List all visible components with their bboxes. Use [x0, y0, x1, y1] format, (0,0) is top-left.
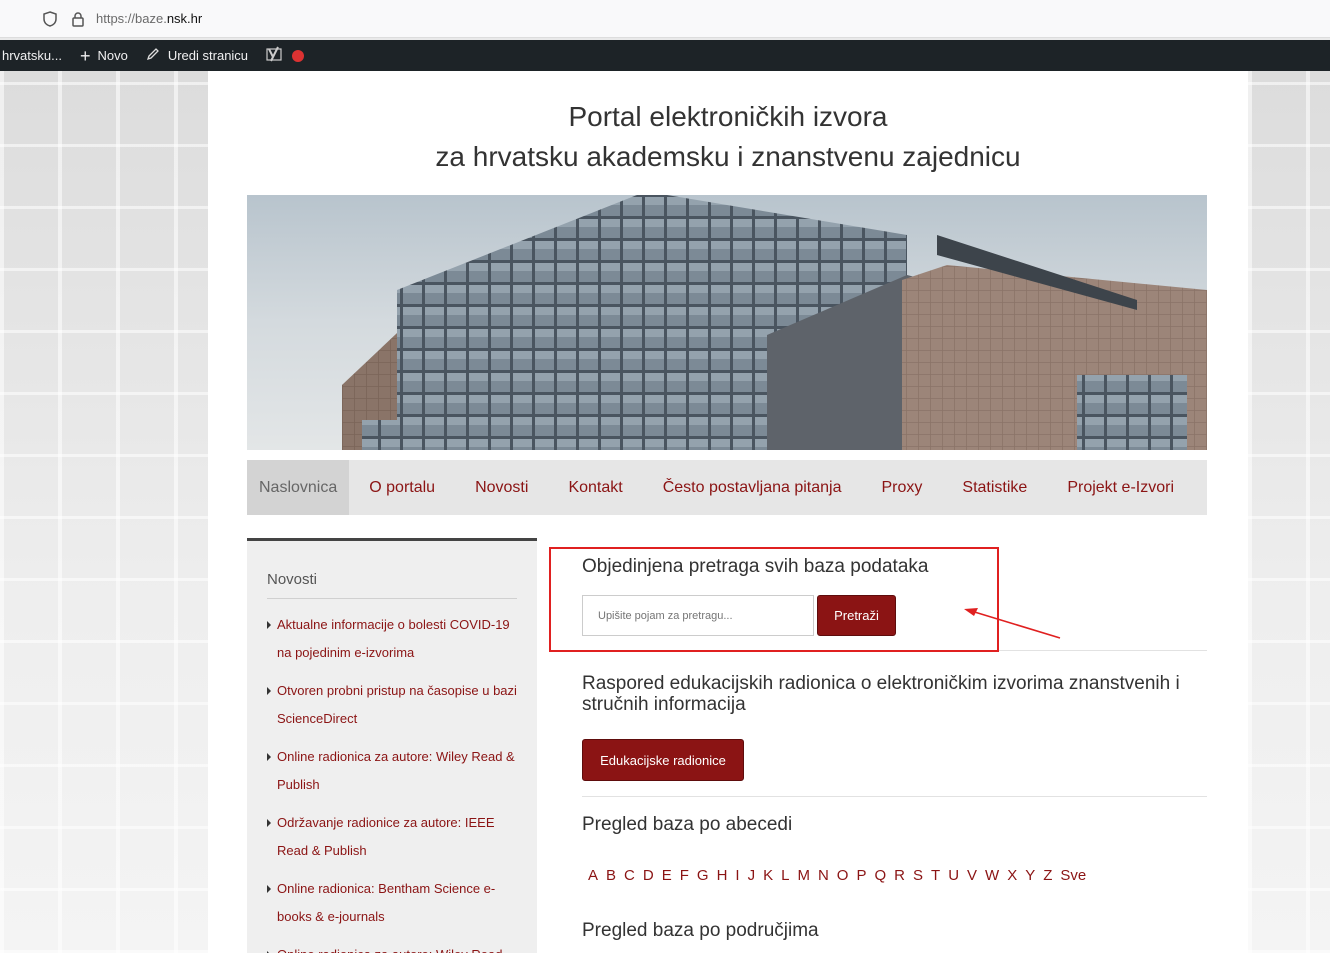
letter-link[interactable]: O [837, 867, 849, 884]
background-pattern-right [1248, 71, 1330, 953]
divider [582, 796, 1207, 797]
abc-title: Pregled baza po abecedi [582, 814, 793, 835]
nav-item-naslovnica[interactable]: Naslovnica [247, 460, 350, 515]
admin-bar-new[interactable]: + Novo [80, 47, 128, 65]
letter-link[interactable]: G [697, 867, 709, 884]
news-item[interactable]: Online radionica za autore: Wiley Read &… [267, 743, 517, 799]
letter-link[interactable]: F [680, 867, 689, 884]
letter-link[interactable]: M [797, 867, 810, 884]
nav-item-faq[interactable]: Često postavljana pitanja [643, 460, 862, 515]
letter-link[interactable]: B [606, 867, 616, 884]
letter-link[interactable]: S [913, 867, 923, 884]
letter-link[interactable]: Sve [1060, 867, 1086, 884]
letter-link[interactable]: Y [1025, 867, 1035, 884]
letter-link[interactable]: U [948, 867, 959, 884]
letter-link[interactable]: Z [1043, 867, 1052, 884]
admin-bar-site[interactable]: hrvatsku... [2, 48, 62, 63]
yoast-icon [266, 46, 284, 65]
admin-bar-edit-label: Uredi stranicu [167, 48, 249, 63]
nav-item-proxy[interactable]: Proxy [861, 460, 942, 515]
shield-icon[interactable] [42, 10, 58, 27]
letter-link[interactable]: P [856, 867, 866, 884]
alphabet-index: A B C D E F G H I J K L M N O P Q R S T … [588, 867, 1094, 884]
nav-item-kontakt[interactable]: Kontakt [548, 460, 642, 515]
search-title: Objedinjena pretraga svih baza podataka [582, 556, 929, 577]
letter-link[interactable]: C [624, 867, 635, 884]
search-button[interactable]: Pretraži [817, 595, 896, 636]
divider [582, 650, 1207, 651]
letter-link[interactable]: L [781, 867, 789, 884]
letter-link[interactable]: Q [874, 867, 886, 884]
edu-button[interactable]: Edukacijske radionice [582, 739, 744, 781]
letter-link[interactable]: A [588, 867, 598, 884]
site-title-line2: za hrvatsku akademsku i znanstvenu zajed… [435, 141, 1021, 172]
main-nav: Naslovnica O portalu Novosti Kontakt Čes… [247, 460, 1207, 515]
header-image [247, 195, 1207, 450]
url-field[interactable]: https://baze.nsk.hr [96, 11, 202, 26]
letter-link[interactable]: V [967, 867, 977, 884]
nav-item-novosti[interactable]: Novosti [455, 460, 548, 515]
search-input[interactable] [582, 595, 814, 636]
letter-link[interactable]: R [894, 867, 905, 884]
admin-bar-new-label: Novo [97, 48, 128, 63]
background-pattern-left [0, 71, 208, 953]
admin-bar: hrvatsku... + Novo Uredi stranicu [0, 40, 1330, 71]
news-sidebar: Novosti Aktualne informacije o bolesti C… [247, 538, 537, 953]
browser-url-bar: https://baze.nsk.hr [0, 0, 1330, 38]
site-title-line1: Portal elektroničkih izvora [568, 101, 888, 132]
admin-bar-seo[interactable] [266, 46, 305, 65]
letter-link[interactable]: H [717, 867, 728, 884]
edu-title: Raspored edukacijskih radionica o elektr… [582, 673, 1180, 715]
nav-item-o-portalu[interactable]: O portalu [349, 460, 455, 515]
areas-title: Pregled baza po područjima [582, 920, 819, 941]
site-title: Portal elektroničkih izvora za hrvatsku … [208, 97, 1248, 177]
news-list: Aktualne informacije o bolesti COVID-19 … [267, 611, 517, 953]
letter-link[interactable]: N [818, 867, 829, 884]
letter-link[interactable]: K [763, 867, 773, 884]
letter-link[interactable]: W [985, 867, 999, 884]
news-item[interactable]: Održavanje radionice za autore: IEEE Rea… [267, 809, 517, 865]
pencil-icon [146, 47, 160, 64]
letter-link[interactable]: E [662, 867, 672, 884]
admin-bar-edit[interactable]: Uredi stranicu [146, 47, 248, 64]
news-item[interactable]: Otvoren probni pristup na časopise u baz… [267, 677, 517, 733]
news-item[interactable]: Online radionica: Bentham Science e-book… [267, 875, 517, 931]
nav-item-projekt[interactable]: Projekt e-Izvori [1047, 460, 1194, 515]
letter-link[interactable]: X [1007, 867, 1017, 884]
letter-link[interactable]: J [748, 867, 756, 884]
sidebar-title: Novosti [267, 571, 517, 599]
nav-item-statistike[interactable]: Statistike [942, 460, 1047, 515]
news-item[interactable]: Aktualne informacije o bolesti COVID-19 … [267, 611, 517, 667]
seo-status-dot [292, 49, 305, 62]
lock-icon[interactable] [70, 11, 86, 27]
letter-link[interactable]: T [931, 867, 940, 884]
page-wrapper: Portal elektroničkih izvora za hrvatsku … [208, 71, 1248, 953]
main-content: Objedinjena pretraga svih baza podataka … [582, 538, 1207, 953]
letter-link[interactable]: D [643, 867, 654, 884]
letter-link[interactable]: I [735, 867, 739, 884]
news-item[interactable]: Online radionica za autore: Wiley Read [267, 941, 517, 953]
plus-icon: + [79, 45, 91, 66]
